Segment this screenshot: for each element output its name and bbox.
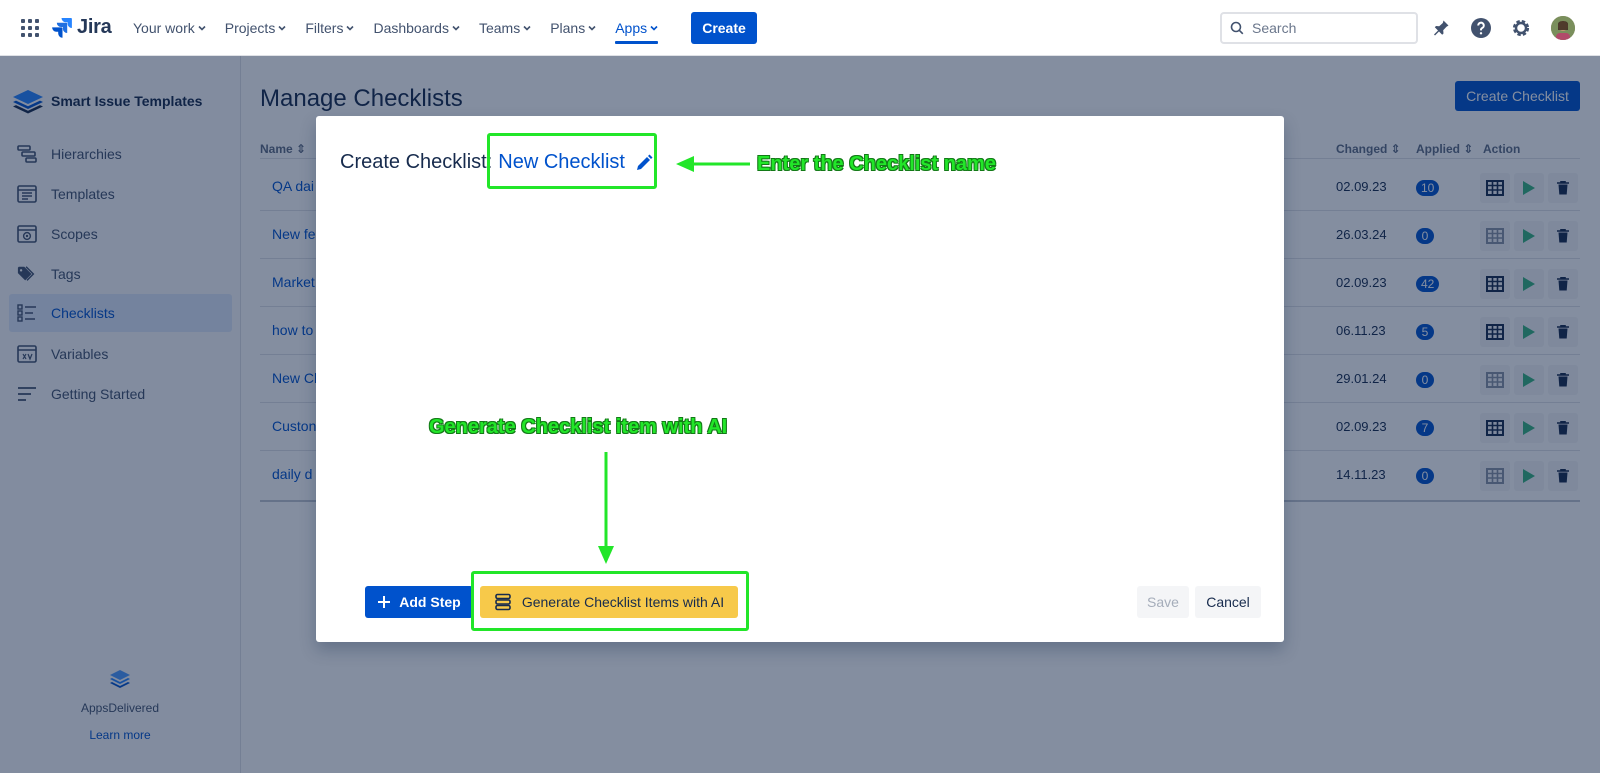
arrow-to-ai-button — [598, 452, 614, 564]
annotation-ai-hint: Generate Checklist item with AI — [429, 416, 728, 438]
annotation-arrows — [598, 156, 750, 564]
annotation-name-hint: Enter the Checklist name — [757, 153, 996, 175]
arrow-to-name — [676, 156, 750, 172]
